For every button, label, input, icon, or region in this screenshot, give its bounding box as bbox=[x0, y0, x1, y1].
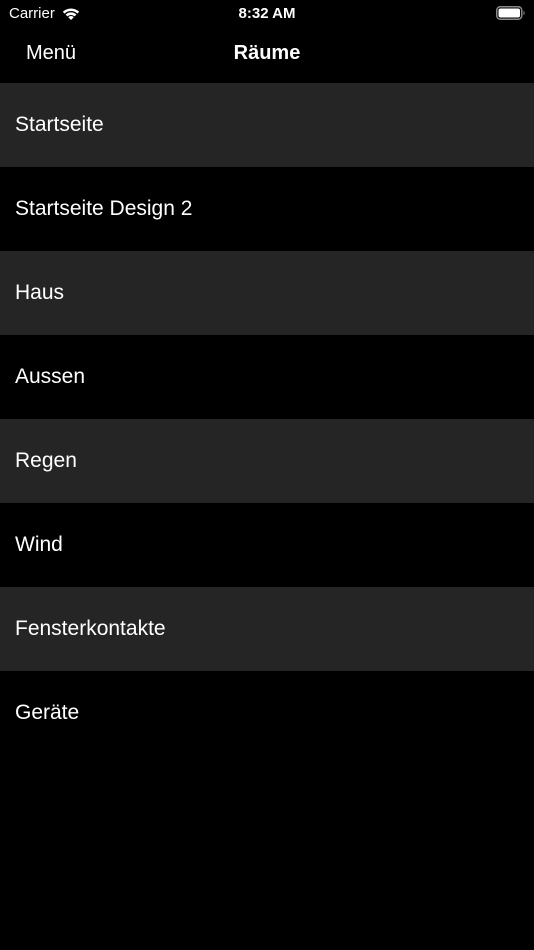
list-item-haus[interactable]: Haus bbox=[0, 251, 534, 335]
list-item-aussen[interactable]: Aussen bbox=[0, 335, 534, 419]
list-item-startseite-design-2[interactable]: Startseite Design 2 bbox=[0, 167, 534, 251]
battery-icon bbox=[496, 6, 525, 20]
room-list: Startseite Startseite Design 2 Haus Auss… bbox=[0, 83, 534, 755]
list-item-geraete[interactable]: Geräte bbox=[0, 671, 534, 755]
status-time: 8:32 AM bbox=[238, 5, 296, 22]
list-item-regen[interactable]: Regen bbox=[0, 419, 534, 503]
list-item-startseite[interactable]: Startseite bbox=[0, 83, 534, 167]
list-item-fensterkontakte[interactable]: Fensterkontakte bbox=[0, 587, 534, 671]
list-item-wind[interactable]: Wind bbox=[0, 503, 534, 587]
status-bar: Carrier 8:32 AM bbox=[0, 0, 534, 28]
navigation-bar: Menü Räume bbox=[0, 28, 534, 83]
page-title: Räume bbox=[233, 42, 301, 64]
